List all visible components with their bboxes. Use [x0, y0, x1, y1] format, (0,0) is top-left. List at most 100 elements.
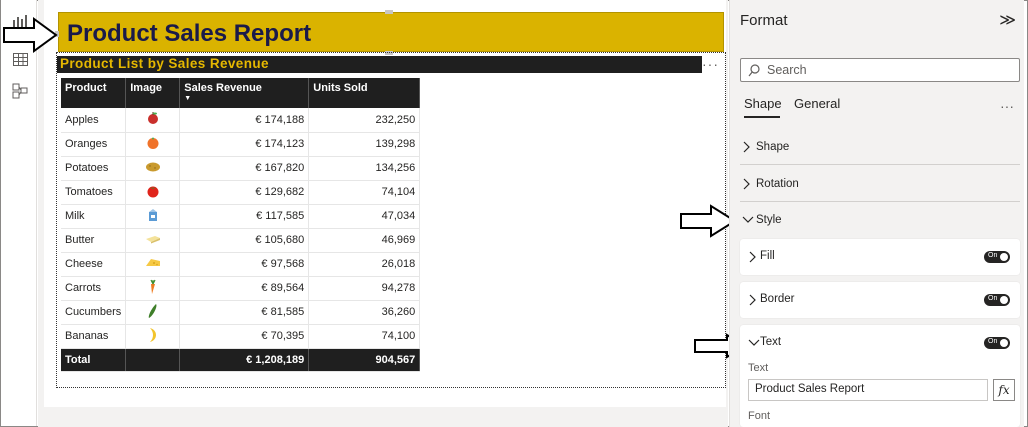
- format-pane: Format ≫ Search Shape General ··· Shape …: [729, 0, 1024, 427]
- table-row[interactable]: Milk € 117,585 47,034: [61, 204, 421, 229]
- image-cell: [125, 204, 181, 229]
- total-row: Total € 1,208,189 904,567: [61, 348, 421, 372]
- subtitle-bar: Product List by Sales Revenue: [57, 56, 702, 73]
- units-cell: 139,298: [308, 132, 421, 157]
- border-label: Border: [760, 293, 795, 305]
- chevron-down-icon[interactable]: [748, 338, 760, 348]
- table-visual[interactable]: Product List by Sales Revenue ··· Produc…: [56, 52, 726, 388]
- view-rail: [1, 0, 37, 426]
- apple-icon: [146, 111, 160, 128]
- column-header-product[interactable]: Product: [61, 78, 127, 108]
- more-options-icon[interactable]: ···: [1000, 98, 1014, 114]
- product-cell: Cucumbers: [61, 300, 127, 325]
- units-cell: 94,278: [308, 276, 421, 301]
- chevron-right-icon: [743, 178, 750, 190]
- title-textbox[interactable]: Product Sales Report: [55, 10, 724, 55]
- report-page: Product Sales Report Product List by Sal…: [44, 0, 726, 407]
- units-cell: 74,100: [308, 324, 421, 349]
- format-pane-title: Format: [740, 12, 788, 29]
- table-row[interactable]: Oranges € 174,123 139,298: [61, 132, 421, 157]
- total-label: Total: [61, 348, 127, 372]
- units-cell: 74,104: [308, 180, 421, 205]
- sort-descending-icon[interactable]: ▼: [184, 95, 304, 102]
- units-cell: 46,969: [308, 228, 421, 253]
- table-row[interactable]: Cheese € 97,568 26,018: [61, 252, 421, 277]
- column-header-sales-revenue[interactable]: Sales Revenue ▼: [179, 78, 310, 108]
- search-placeholder: Search: [767, 63, 807, 77]
- resize-handle[interactable]: [385, 10, 393, 14]
- total-revenue: € 1,208,189: [179, 348, 310, 372]
- total-image-cell: [125, 348, 181, 372]
- revenue-cell: € 174,188: [179, 108, 310, 133]
- text-toggle[interactable]: On: [984, 337, 1010, 349]
- text-field-label: Text: [748, 362, 769, 374]
- report-canvas: Product Sales Report Product List by Sal…: [38, 0, 728, 427]
- fill-toggle[interactable]: On: [984, 251, 1010, 263]
- table-row[interactable]: Butter € 105,680 46,969: [61, 228, 421, 253]
- revenue-cell: € 174,123: [179, 132, 310, 157]
- card-fill[interactable]: Fill On: [740, 239, 1020, 275]
- model-view-icon[interactable]: [9, 80, 31, 102]
- text-section-label[interactable]: Text: [760, 336, 781, 348]
- chevron-right-icon: [749, 294, 756, 306]
- table-row[interactable]: Apples € 174,188 232,250: [61, 108, 421, 133]
- table-row[interactable]: Potatoes € 167,820 134,256: [61, 156, 421, 181]
- product-cell: Apples: [61, 108, 127, 133]
- card-text: Text On: [740, 325, 1020, 427]
- product-cell: Butter: [61, 228, 127, 253]
- revenue-cell: € 81,585: [179, 300, 310, 325]
- fx-button[interactable]: fx: [993, 379, 1015, 401]
- table-row[interactable]: Cucumbers € 81,585 36,260: [61, 300, 421, 325]
- revenue-cell: € 70,395: [179, 324, 310, 349]
- product-cell: Cheese: [61, 252, 127, 277]
- report-title: Product Sales Report: [67, 20, 312, 47]
- units-cell: 134,256: [308, 156, 421, 181]
- tab-shape[interactable]: Shape: [744, 96, 782, 111]
- product-cell: Tomatoes: [61, 180, 127, 205]
- image-cell: [125, 276, 181, 301]
- units-cell: 36,260: [308, 300, 421, 325]
- units-cell: 47,034: [308, 204, 421, 229]
- table-row[interactable]: Tomatoes € 129,682 74,104: [61, 180, 421, 205]
- image-cell: [125, 132, 181, 157]
- butter-icon: [145, 234, 161, 247]
- annotation-arrow-icon: [3, 17, 58, 53]
- font-label: Font: [748, 410, 771, 422]
- column-header-image[interactable]: Image: [125, 78, 181, 108]
- units-cell: 26,018: [308, 252, 421, 277]
- divider: [740, 201, 1020, 202]
- image-cell: [125, 252, 181, 277]
- column-header-units-sold[interactable]: Units Sold: [308, 78, 421, 108]
- format-search-input[interactable]: Search: [740, 58, 1020, 82]
- image-cell: [125, 156, 181, 181]
- revenue-cell: € 105,680: [179, 228, 310, 253]
- cheese-icon: [145, 257, 161, 272]
- revenue-cell: € 117,585: [179, 204, 310, 229]
- image-cell: [125, 300, 181, 325]
- fill-label: Fill: [760, 250, 775, 262]
- table-subtitle: Product List by Sales Revenue: [60, 56, 269, 71]
- potato-icon: [145, 161, 161, 176]
- table-row[interactable]: Carrots € 89,564 94,278: [61, 276, 421, 301]
- revenue-cell: € 167,820: [179, 156, 310, 181]
- banana-icon: [147, 327, 159, 346]
- card-border[interactable]: Border On: [740, 282, 1020, 318]
- cucumber-icon: [147, 303, 159, 322]
- text-value-input[interactable]: Product Sales Report: [748, 379, 988, 401]
- divider: [740, 164, 1020, 165]
- image-cell: [125, 228, 181, 253]
- sales-table: Product Image Sales Revenue ▼ Units Sold …: [61, 78, 421, 372]
- product-cell: Oranges: [61, 132, 127, 157]
- revenue-cell: € 89,564: [179, 276, 310, 301]
- chevron-right-icon: [749, 251, 756, 263]
- more-options-icon[interactable]: ···: [702, 56, 719, 72]
- orange-icon: [146, 136, 160, 153]
- image-cell: [125, 180, 181, 205]
- product-cell: Potatoes: [61, 156, 127, 181]
- collapse-pane-icon[interactable]: ≫: [999, 10, 1016, 30]
- tab-general[interactable]: General: [794, 96, 840, 111]
- border-toggle[interactable]: On: [984, 294, 1010, 306]
- units-cell: 232,250: [308, 108, 421, 133]
- table-row[interactable]: Bananas € 70,395 74,100: [61, 324, 421, 349]
- revenue-cell: € 97,568: [179, 252, 310, 277]
